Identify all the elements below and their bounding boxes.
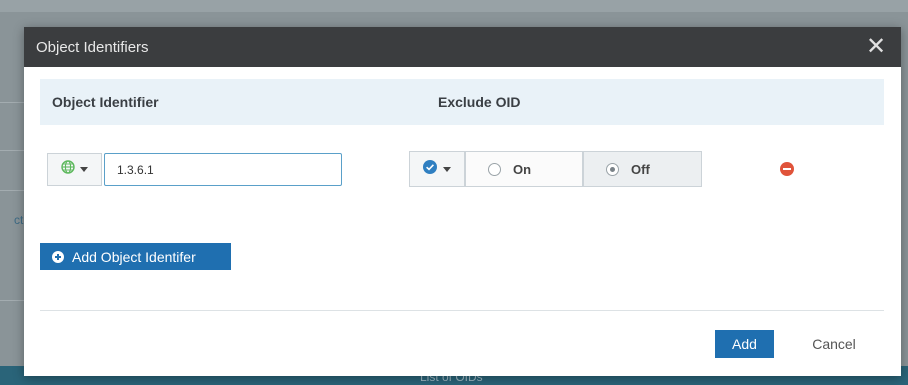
oid-input[interactable] bbox=[104, 153, 342, 186]
column-header-exclude-oid: Exclude OID bbox=[438, 94, 521, 110]
background-divider bbox=[0, 102, 24, 103]
background-divider bbox=[0, 190, 24, 191]
radio-selected-icon bbox=[606, 162, 619, 176]
check-circle-icon bbox=[423, 159, 437, 179]
exclude-off-label: Off bbox=[631, 161, 650, 177]
oid-row: On Off bbox=[40, 151, 884, 191]
background-header-band bbox=[0, 0, 908, 12]
cancel-button[interactable]: Cancel bbox=[796, 330, 872, 358]
exclude-mode-dropdown[interactable] bbox=[409, 151, 465, 187]
globe-icon bbox=[61, 160, 75, 179]
chevron-down-icon bbox=[80, 167, 88, 172]
plus-circle-icon bbox=[52, 250, 64, 263]
radio-unselected-icon bbox=[488, 162, 501, 176]
close-icon[interactable]: ✕ bbox=[865, 35, 887, 59]
chevron-down-icon bbox=[443, 166, 451, 172]
exclude-on-option[interactable]: On bbox=[465, 151, 583, 187]
background-divider bbox=[0, 150, 24, 151]
oid-type-dropdown[interactable] bbox=[47, 153, 102, 186]
add-object-identifier-label: Add Object Identifer bbox=[72, 248, 196, 265]
column-header-object-identifier: Object Identifier bbox=[52, 94, 159, 110]
background-divider bbox=[0, 300, 24, 301]
background-link-fragment: ct bbox=[14, 213, 24, 227]
exclude-on-label: On bbox=[513, 161, 532, 177]
columns-header: Object Identifier Exclude OID bbox=[40, 79, 884, 125]
dialog-title: Object Identifiers bbox=[36, 38, 149, 56]
dialog-header: Object Identifiers ✕ bbox=[24, 27, 901, 67]
footer-divider bbox=[40, 310, 884, 311]
remove-row-icon[interactable] bbox=[780, 162, 794, 176]
exclude-off-option[interactable]: Off bbox=[583, 151, 702, 187]
add-button[interactable]: Add bbox=[715, 330, 774, 358]
object-identifiers-dialog: Object Identifiers ✕ Object Identifier E… bbox=[24, 27, 901, 376]
add-object-identifier-button[interactable]: Add Object Identifer bbox=[40, 243, 231, 270]
